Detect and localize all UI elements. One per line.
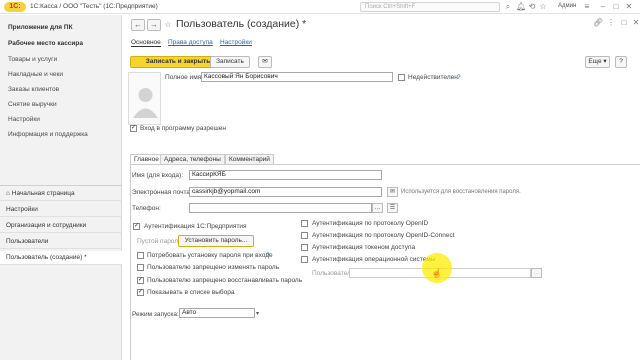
help-icon[interactable]: ? [457, 74, 461, 81]
user-form: ← → ☆ Пользователь (создание) * 🔗︎ ⋮ □ ✕… [123, 15, 640, 360]
open-window-home[interactable]: ⌂ Начальная страница [0, 187, 122, 201]
auth-os-checkbox[interactable] [301, 256, 308, 263]
open-window-user-create[interactable]: Пользователь (создание) * [0, 251, 122, 265]
save-button[interactable]: Записать [210, 56, 250, 68]
search-input[interactable]: Поиск Ctrl+Shift+F [360, 2, 500, 12]
launch-mode-label: Режим запуска: [132, 311, 179, 318]
open-window-label: Начальная страница [11, 190, 75, 197]
user-name[interactable]: Админ [558, 3, 576, 9]
user-silhouette-icon [133, 88, 158, 118]
auth-openid-connect-checkbox[interactable] [301, 232, 308, 239]
avatar[interactable] [128, 72, 161, 125]
tab-main[interactable]: Основное [131, 39, 161, 47]
expand-icon[interactable]: □ [619, 18, 629, 28]
launch-mode-select[interactable]: Авто [179, 308, 255, 318]
page-title: Пользователь (создание) * [176, 18, 307, 30]
app-logo: 1С: [4, 2, 26, 12]
sidebar-item-settings[interactable]: Настройки [8, 116, 40, 123]
os-user-select-icon[interactable]: … [531, 268, 542, 278]
sidebar-item-revenue[interactable]: Снятие выручки [8, 101, 57, 108]
tab-access[interactable]: Права доступа [168, 39, 213, 46]
minimize-icon[interactable]: – [598, 2, 608, 12]
open-window-settings[interactable]: Настройки [0, 203, 122, 217]
sidebar-item-goods[interactable]: Товары и услуги [8, 56, 57, 63]
invalid-label: Недействителен [408, 74, 458, 81]
email-label: Электронная почта: [132, 189, 192, 196]
full-name-field[interactable]: Кассовый Ян Борисович [201, 72, 393, 82]
login-allowed-checkbox[interactable]: ✓ [130, 125, 137, 132]
star-icon[interactable]: ☆ [163, 20, 173, 30]
phone-edit-icon[interactable]: ☰ [387, 203, 398, 213]
auth-openid-checkbox[interactable] [301, 220, 308, 227]
auth-1c-checkbox[interactable]: ✓ [133, 223, 140, 230]
open-window-org[interactable]: Организация и сотрудники [0, 219, 122, 233]
full-name-label: Полное имя: [165, 74, 203, 81]
require-password-label: Потребовать установку пароля при входе [147, 252, 273, 259]
login-allowed-label: Вход в программу разрешен [140, 125, 226, 132]
help-icon[interactable]: ? [266, 252, 270, 259]
link-icon[interactable]: 🔗︎ [593, 18, 603, 28]
close-form-icon[interactable]: ✕ [631, 18, 640, 28]
open-window-users[interactable]: Пользователи [0, 235, 122, 249]
sidebar: Приложение для ПК Рабочее место кассира … [0, 15, 122, 360]
sidebar-item-invoices[interactable]: Накладные и чеки [8, 71, 63, 78]
auth-openid-connect-label: Аутентификация по протоколу OpenID-Conne… [312, 232, 455, 239]
title-bar: 1С: 1С:Касса / ООО "Тесть" (1С:Предприят… [0, 0, 640, 14]
login-name-field[interactable]: КассирКЯБ [189, 170, 382, 180]
mouse-pointer-icon: ☝ [431, 268, 443, 278]
sidebar-item-pc-app[interactable]: Приложение для ПК [8, 24, 73, 31]
history-icon[interactable]: ⟲ [527, 2, 537, 12]
login-name-label: Имя (для входа): [132, 172, 184, 179]
phone-label: Телефон: [132, 205, 161, 212]
star-icon[interactable]: ☆ [538, 2, 548, 12]
auth-token-checkbox[interactable] [301, 244, 308, 251]
chevron-down-icon[interactable]: ▾ [256, 310, 259, 317]
sidebar-item-orders[interactable]: Заказы клиентов [8, 86, 59, 93]
tab-settings[interactable]: Настройки [220, 39, 252, 46]
auth-1c-label: Аутентификация 1С:Предприятия [144, 223, 247, 230]
show-in-list-checkbox[interactable]: ✓ [137, 289, 144, 296]
more-icon[interactable]: ⋮ [606, 18, 616, 28]
set-password-button[interactable]: Установить пароль... [178, 235, 254, 247]
email-field[interactable]: cassirkjb@yopmail.com [189, 187, 382, 197]
auth-token-label: Аутентификация токеном доступа [312, 244, 416, 251]
invalid-checkbox[interactable] [398, 74, 405, 81]
email-hint: Используется для восстановления пароля. [401, 189, 521, 195]
forward-button[interactable]: → [147, 19, 161, 31]
forbid-change-checkbox[interactable] [137, 264, 144, 271]
phone-select-icon[interactable]: … [372, 203, 383, 213]
search-icon[interactable]: ⌕ [503, 2, 513, 12]
show-in-list-label: Показывать в списке выбора [147, 289, 235, 296]
more-button[interactable]: Еще ▾ [585, 56, 610, 68]
bell-icon[interactable]: 🔔︎ [516, 2, 526, 12]
forbid-restore-label: Пользователю запрещено восстанавливать п… [147, 277, 303, 284]
empty-password-label: Пустой пароль [137, 238, 182, 245]
maximize-icon[interactable]: □ [611, 2, 621, 12]
sidebar-divider [0, 185, 122, 186]
back-button[interactable]: ← [131, 19, 145, 31]
home-icon: ⌂ [6, 190, 10, 197]
email-icon[interactable]: ✉ [387, 187, 398, 197]
close-icon[interactable]: ✕ [624, 2, 634, 12]
app-title: 1С:Касса / ООО "Тесть" (1С:Предприятие) [30, 3, 158, 10]
more-label: Еще [588, 58, 602, 65]
auth-openid-label: Аутентификация по протоколу OpenID [312, 220, 429, 227]
sidebar-item-info[interactable]: Информация и поддержка [8, 131, 88, 138]
menu-icon[interactable]: ≡ [582, 2, 592, 12]
help-button[interactable]: ? [615, 56, 627, 68]
auth-os-label: Аутентификация операционной системы [312, 256, 436, 263]
sidebar-item-cashier-workplace[interactable]: Рабочее место кассира [8, 40, 83, 47]
message-icon[interactable]: ✉ [258, 56, 272, 68]
forbid-change-label: Пользователю запрещено изменять пароль [147, 264, 280, 271]
require-password-checkbox[interactable] [137, 252, 144, 259]
phone-field[interactable] [189, 203, 372, 213]
forbid-restore-checkbox[interactable]: ✓ [137, 277, 144, 284]
